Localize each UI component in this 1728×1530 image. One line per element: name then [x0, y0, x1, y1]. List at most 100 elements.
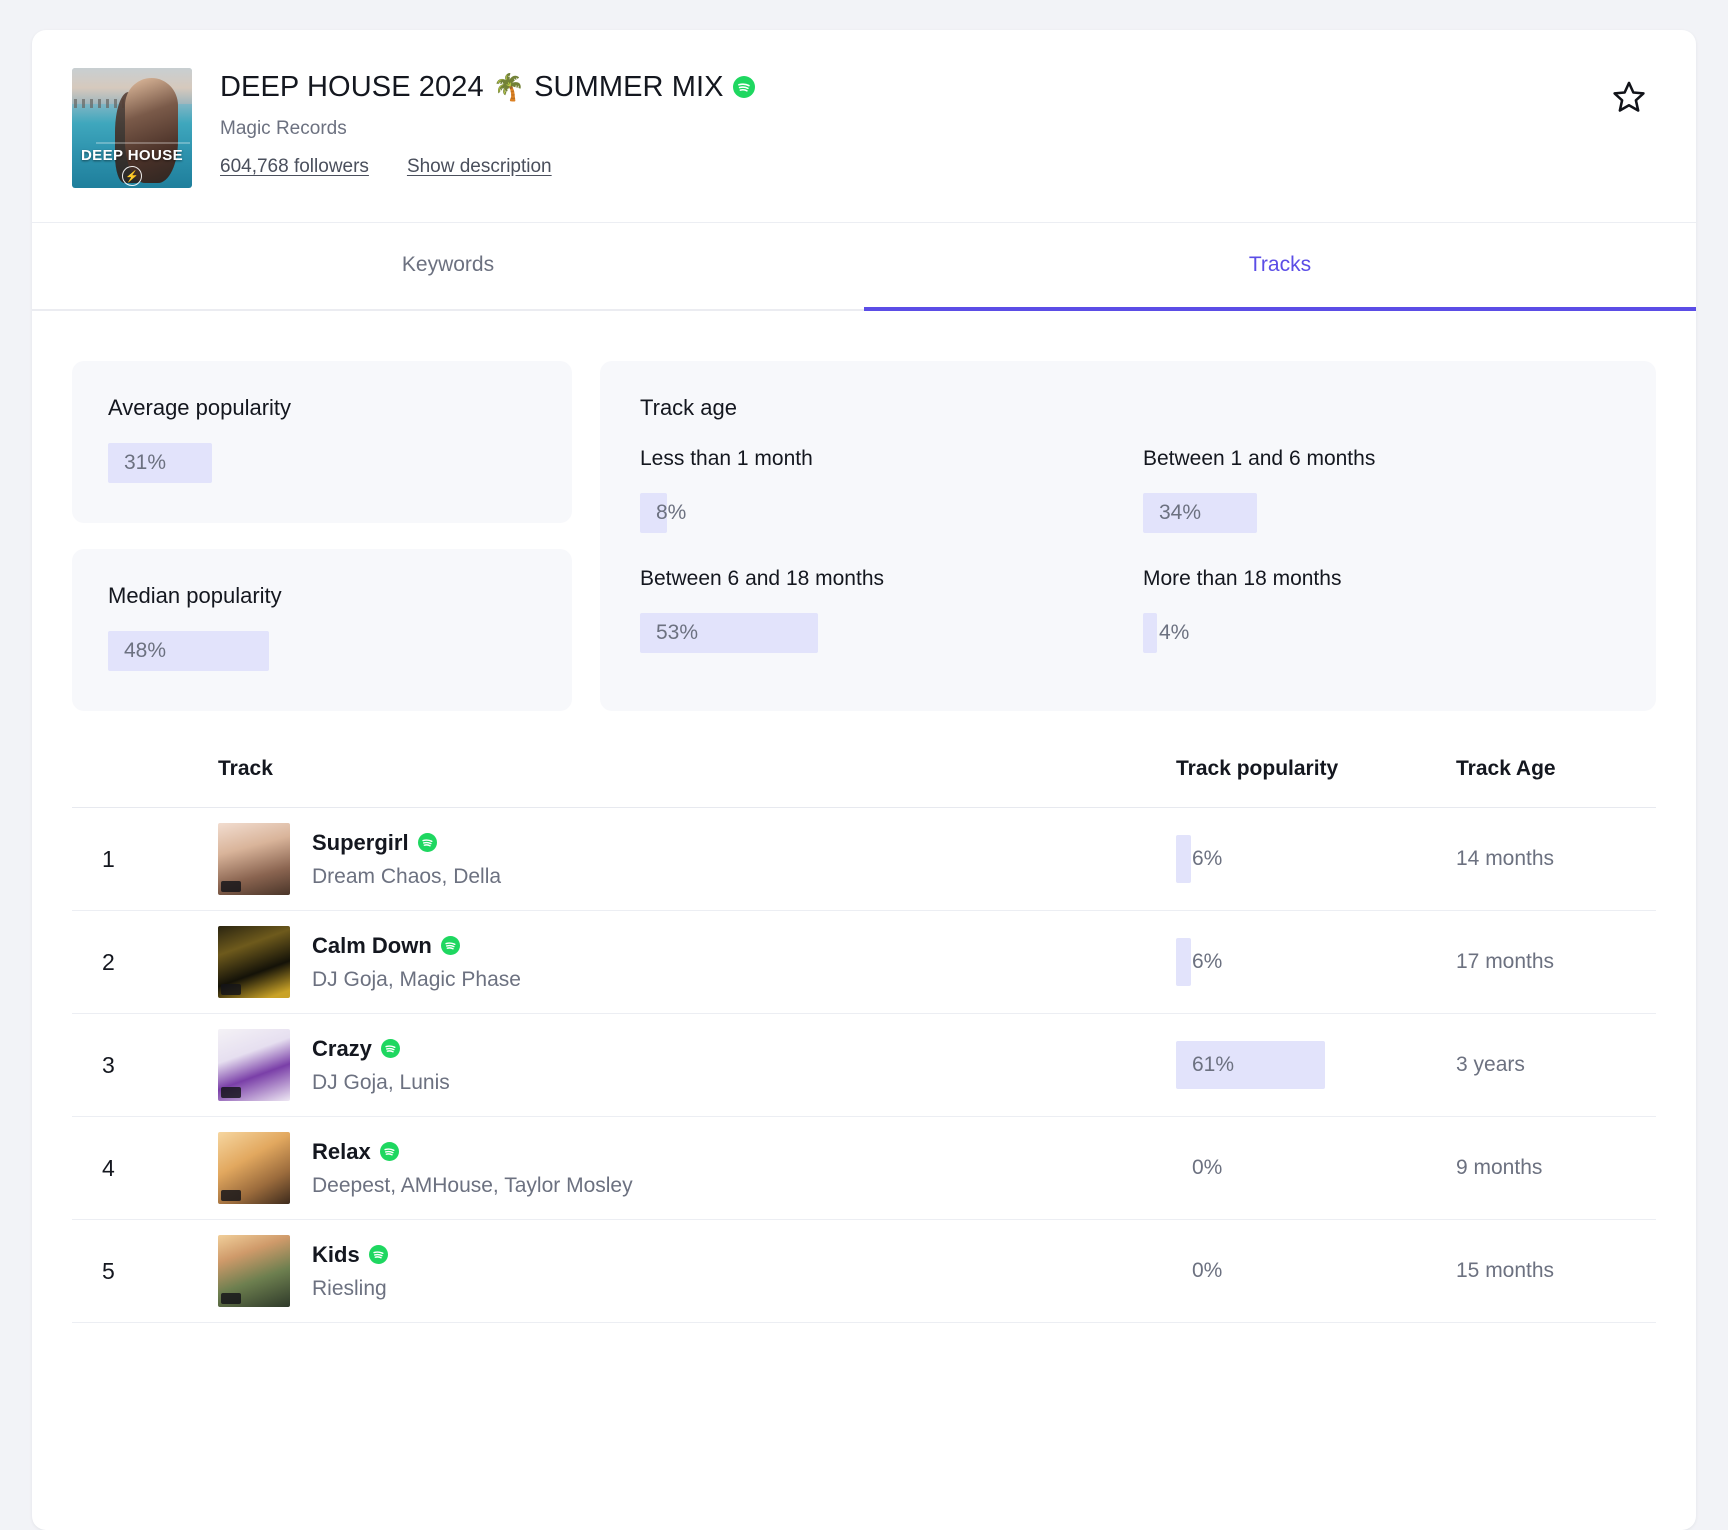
track-age-bucket: Between 6 and 18 months 53% [640, 567, 1113, 653]
table-row[interactable]: 3 Crazy DJ Goja, Lunis 61% 3 years [72, 1014, 1656, 1117]
track-popularity-value: 0% [1192, 1156, 1223, 1179]
track-title: Kids [312, 1241, 360, 1267]
column-header-age: Track Age [1456, 757, 1556, 780]
median-popularity-card: Median popularity 48% [72, 549, 572, 711]
track-age-bucket: More than 18 months 4% [1143, 567, 1616, 653]
spotify-icon[interactable] [379, 1142, 399, 1161]
track-age-bucket-label: Between 6 and 18 months [640, 567, 885, 590]
average-popularity-card: Average popularity 31% [72, 361, 572, 523]
stats-section: Average popularity 31% Median popularity… [32, 311, 1696, 711]
track-artists: Riesling [312, 1276, 387, 1300]
track-age-value: 14 months [1456, 847, 1555, 870]
playlist-panel: DEEP HOUSE ⚡ DEEP HOUSE 2024 🌴 SUMMER MI… [32, 30, 1696, 1530]
show-description-link[interactable]: Show description [407, 156, 552, 178]
track-age-bucket-label: Less than 1 month [640, 447, 813, 470]
track-artists: DJ Goja, Magic Phase [312, 967, 521, 991]
track-name-row: Kids [312, 1242, 388, 1268]
average-popularity-label: Average popularity [108, 395, 292, 420]
playlist-info: DEEP HOUSE 2024 🌴 SUMMER MIX Magic Recor… [220, 68, 1656, 178]
track-album-art [218, 1235, 290, 1307]
track-popularity-bar: 6% [1176, 938, 1456, 986]
tab-keywords[interactable]: Keywords [32, 223, 864, 309]
spotify-icon[interactable] [417, 833, 437, 852]
table-row[interactable]: 4 Relax Deepest, AMHouse, Taylor Mosley [72, 1117, 1656, 1220]
table-row[interactable]: 5 Kids Riesling 0% 15 months [72, 1220, 1656, 1323]
track-age-label: Track age [640, 395, 738, 420]
tracks-table: Track Track popularity Track Age 1 Super… [32, 711, 1696, 1323]
track-age-bucket-bar: 34% [1143, 493, 1616, 533]
track-album-art [218, 1029, 290, 1101]
star-outline-icon [1611, 79, 1647, 120]
track-popularity-value: 61% [1192, 1053, 1235, 1076]
track-text: Calm Down DJ Goja, Magic Phase [312, 933, 521, 992]
explicit-badge-icon [221, 881, 241, 892]
track-artists: Dream Chaos, Della [312, 864, 502, 888]
palm-tree-icon: 🌴 [492, 72, 526, 103]
track-age-bucket-value: 8% [656, 501, 687, 524]
table-row[interactable]: 1 Supergirl Dream Chaos, Della 6% 14 mon… [72, 808, 1656, 911]
track-age-bucket: Between 1 and 6 months 34% [1143, 447, 1616, 533]
track-age-bucket: Less than 1 month 8% [640, 447, 1113, 533]
track-text: Crazy DJ Goja, Lunis [312, 1036, 450, 1095]
track-rank: 3 [102, 1051, 115, 1078]
spotify-icon[interactable] [732, 76, 755, 99]
track-album-art [218, 1132, 290, 1204]
track-name-row: Crazy [312, 1036, 450, 1062]
track-age-card: Track age Less than 1 month 8% Between 1… [600, 361, 1656, 711]
tracks-table-header: Track Track popularity Track Age [72, 757, 1656, 808]
explicit-badge-icon [221, 984, 241, 995]
track-cell: Supergirl Dream Chaos, Della [144, 823, 1176, 895]
spotify-icon[interactable] [368, 1245, 388, 1264]
track-cell: Calm Down DJ Goja, Magic Phase [144, 926, 1176, 998]
favorite-star-button[interactable] [1608, 78, 1650, 120]
table-row[interactable]: 2 Calm Down DJ Goja, Magic Phase 6% 17 m… [72, 911, 1656, 1014]
track-text: Supergirl Dream Chaos, Della [312, 830, 501, 889]
track-age-bucket-bar: 53% [640, 613, 1113, 653]
spotify-icon[interactable] [380, 1039, 400, 1058]
playlist-owner: Magic Records [220, 118, 347, 140]
cover-waterline [96, 142, 190, 145]
track-age-bucket-value: 34% [1159, 501, 1202, 524]
track-rank: 4 [102, 1154, 115, 1181]
track-age-bucket-value: 4% [1159, 621, 1190, 644]
tab-tracks[interactable]: Tracks [864, 223, 1696, 311]
track-album-art [218, 823, 290, 895]
track-age-value: 9 months [1456, 1156, 1543, 1179]
track-rank: 2 [102, 948, 115, 975]
column-header-track: Track [218, 757, 273, 780]
track-popularity-cell: 0% [1176, 1144, 1456, 1192]
track-text: Kids Riesling [312, 1242, 388, 1301]
track-popularity-bar: 0% [1176, 1144, 1456, 1192]
tracks-table-body: 1 Supergirl Dream Chaos, Della 6% 14 mon… [72, 808, 1656, 1323]
median-popularity-value: 48% [124, 639, 167, 662]
track-age-value: 3 years [1456, 1053, 1525, 1076]
track-age-bucket-bar: 8% [640, 493, 1113, 533]
track-title: Relax [312, 1138, 371, 1164]
explicit-badge-icon [221, 1087, 241, 1098]
average-popularity-value: 31% [124, 451, 167, 474]
spotify-icon[interactable] [440, 936, 460, 955]
track-popularity-value: 6% [1192, 950, 1223, 973]
popularity-cards: Average popularity 31% Median popularity… [72, 361, 572, 711]
cover-huts [74, 99, 125, 108]
track-name-row: Relax [312, 1139, 633, 1165]
track-name-row: Supergirl [312, 830, 501, 856]
track-age-bucket-label: Between 1 and 6 months [1143, 447, 1376, 470]
explicit-badge-icon [221, 1293, 241, 1304]
playlist-cover-art: DEEP HOUSE ⚡ [72, 68, 192, 188]
playlist-title-row: DEEP HOUSE 2024 🌴 SUMMER MIX [220, 70, 1656, 104]
track-title: Supergirl [312, 829, 409, 855]
track-name-row: Calm Down [312, 933, 521, 959]
playlist-meta: 604,768 followers Show description [220, 156, 1656, 178]
track-artists: Deepest, AMHouse, Taylor Mosley [312, 1173, 633, 1197]
track-cell: Kids Riesling [144, 1235, 1176, 1307]
track-rank: 5 [102, 1257, 115, 1284]
followers-count[interactable]: 604,768 followers [220, 156, 369, 178]
track-popularity-cell: 6% [1176, 835, 1456, 883]
track-age-bucket-value: 53% [656, 621, 699, 644]
track-artists: DJ Goja, Lunis [312, 1070, 450, 1094]
median-popularity-label: Median popularity [108, 583, 282, 608]
track-popularity-cell: 0% [1176, 1247, 1456, 1295]
track-album-art [218, 926, 290, 998]
playlist-header: DEEP HOUSE ⚡ DEEP HOUSE 2024 🌴 SUMMER MI… [32, 30, 1696, 223]
